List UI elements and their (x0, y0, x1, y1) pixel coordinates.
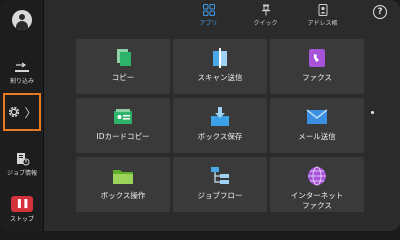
app-job-flow-label: ジョブフロー (197, 191, 243, 200)
id-card-copy-icon (114, 109, 132, 124)
job-status-icon (17, 153, 30, 166)
apps-grid-icon (202, 4, 215, 16)
app-id-card-copy[interactable]: IDカードコピー (76, 98, 170, 153)
app-copy[interactable]: コピー (76, 39, 170, 94)
email-send-icon (306, 109, 328, 124)
box-save-icon (211, 107, 229, 126)
pin-icon (261, 4, 270, 16)
mode-tabs: アプリ クイック アドレス帳 (180, 4, 351, 30)
app-id-card-copy-label: IDカードコピー (96, 132, 150, 141)
help-button[interactable]: ? (373, 5, 387, 19)
app-email-send-label: メール送信 (298, 132, 336, 141)
panel-screen: 割り込み 〉 ジョブ情報 ❚❚ ストップ アプリ クイック アドレス帳 ? コピ… (0, 0, 400, 231)
app-grid: コピー スキャン送信 ファクス IDカードコピー ボックス保存 メール送信 ボッ… (76, 39, 364, 212)
address-book-icon (318, 4, 327, 16)
app-scan-send[interactable]: スキャン送信 (173, 39, 267, 94)
app-box-operation-label: ボックス操作 (100, 191, 146, 200)
gear-icon (9, 106, 20, 118)
app-job-flow[interactable]: ジョブフロー (173, 157, 267, 212)
tab-apps-label: アプリ (199, 20, 218, 27)
app-box-operation[interactable]: ボックス操作 (76, 157, 170, 212)
job-status-label: ジョブ情報 (6, 170, 37, 177)
stop-icon: ❚❚ (11, 196, 33, 212)
chevron-right-icon: 〉 (24, 105, 37, 120)
job-status-button[interactable]: ジョブ情報 (0, 152, 44, 177)
app-box-save[interactable]: ボックス保存 (173, 98, 267, 153)
app-scan-send-label: スキャン送信 (197, 73, 243, 82)
sidebar: 割り込み 〉 ジョブ情報 ❚❚ ストップ (0, 0, 44, 231)
scan-send-icon (213, 48, 227, 68)
app-internet-fax[interactable]: インターネット ファクス (270, 157, 364, 212)
tab-address-book[interactable]: アドレス帳 (294, 4, 351, 30)
app-fax-label: ファクス (302, 73, 332, 82)
box-operation-icon (113, 170, 133, 184)
app-email-send[interactable]: メール送信 (270, 98, 364, 153)
settings-button[interactable]: 〉 (3, 93, 41, 131)
page-indicator (371, 111, 374, 114)
tab-quick-label: クイック (253, 20, 278, 27)
app-internet-fax-label: インターネット ファクス (290, 191, 344, 210)
tab-quick[interactable]: クイック (237, 4, 294, 30)
stop-label: ストップ (9, 216, 34, 223)
interrupt-button[interactable]: 割り込み (0, 62, 44, 85)
tab-apps[interactable]: アプリ (180, 4, 237, 30)
job-flow-icon (211, 167, 229, 184)
stop-button[interactable]: ❚❚ ストップ (0, 196, 44, 223)
app-box-save-label: ボックス保存 (197, 132, 243, 141)
user-button[interactable] (0, 10, 44, 30)
interrupt-label: 割り込み (9, 78, 34, 85)
interrupt-icon (15, 62, 29, 72)
internet-fax-icon (308, 166, 326, 186)
fax-icon (309, 49, 325, 67)
copy-icon (117, 49, 131, 66)
app-copy-label: コピー (111, 73, 135, 82)
tab-address-book-label: アドレス帳 (307, 20, 338, 27)
user-icon (12, 10, 32, 30)
app-fax[interactable]: ファクス (270, 39, 364, 94)
